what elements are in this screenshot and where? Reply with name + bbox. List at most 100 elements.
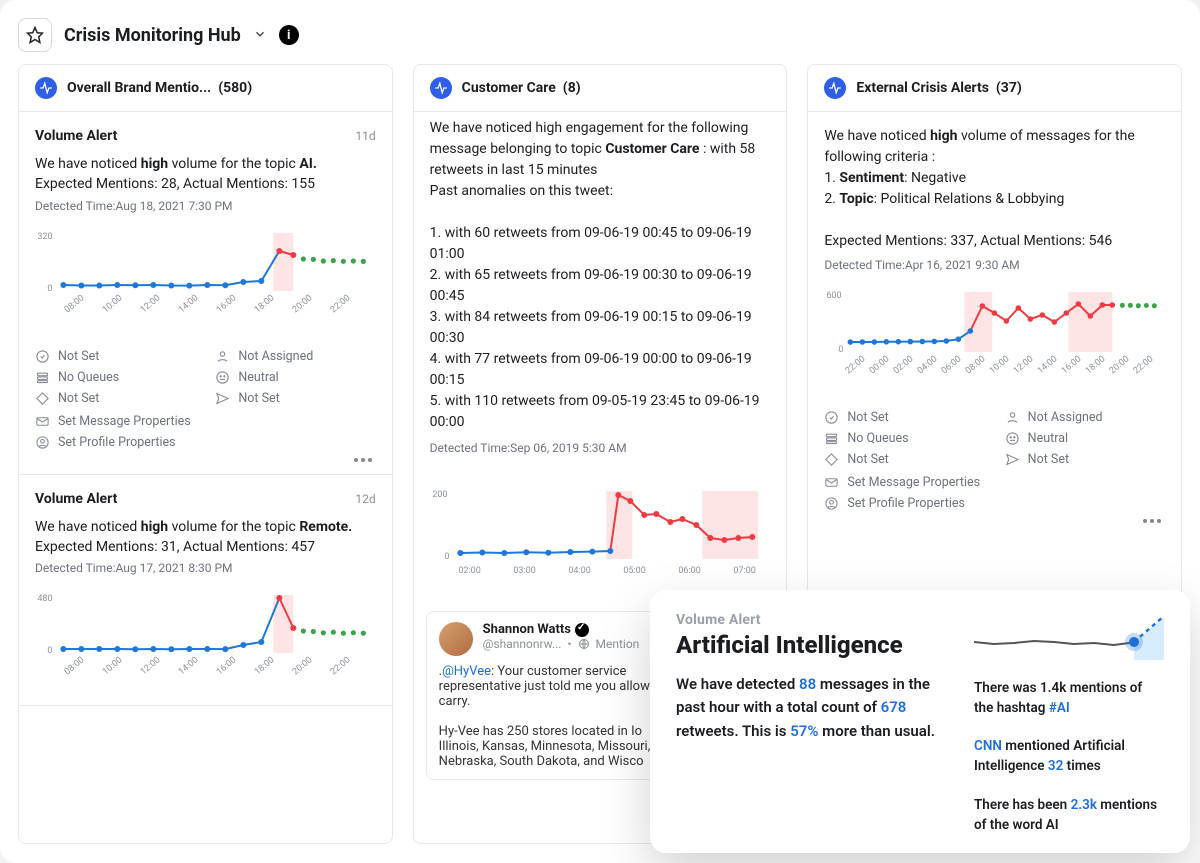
card-more-button[interactable] xyxy=(824,511,1165,527)
globe-icon xyxy=(578,638,590,650)
sentiment-icon xyxy=(1005,431,1020,446)
svg-text:12:00: 12:00 xyxy=(139,293,163,315)
meta-sentiment[interactable]: Neutral xyxy=(1005,431,1165,446)
verified-icon xyxy=(575,623,589,637)
meta-queues[interactable]: No Queues xyxy=(35,370,195,385)
tweet-mention-link[interactable]: @HyVee xyxy=(442,664,491,679)
card-more-button[interactable] xyxy=(35,450,376,466)
svg-text:12:00: 12:00 xyxy=(139,655,163,677)
mail-icon xyxy=(824,475,839,490)
svg-text:06:00: 06:00 xyxy=(678,566,700,576)
svg-text:16:00: 16:00 xyxy=(215,293,239,315)
svg-text:18:00: 18:00 xyxy=(1084,354,1108,376)
svg-text:320: 320 xyxy=(37,232,52,242)
page-root: { "header": { "title": "Crisis Monitorin… xyxy=(0,0,1200,863)
svg-text:10:00: 10:00 xyxy=(988,354,1012,376)
meta-priority[interactable]: Not Set xyxy=(35,391,195,406)
queues-icon xyxy=(35,370,50,385)
page-title: Crisis Monitoring Hub xyxy=(64,25,241,46)
column-count: (580) xyxy=(218,80,252,96)
profile-icon xyxy=(35,435,50,450)
svg-text:08:00: 08:00 xyxy=(63,655,87,677)
svg-text:08:00: 08:00 xyxy=(63,293,87,315)
popup-title: Artificial Intelligence xyxy=(676,632,946,660)
svg-text:20:00: 20:00 xyxy=(1108,354,1132,376)
chart-external-crisis: 600 0 22:00 00:00 02:00 04:00 06:00 xyxy=(808,282,1181,396)
column-header[interactable]: Customer Care (8) xyxy=(414,65,787,112)
popup-fact: There was 1.4k mentions of the hashtag #… xyxy=(974,678,1164,719)
user-icon xyxy=(1005,410,1020,425)
svg-text:480: 480 xyxy=(37,594,52,604)
send-icon xyxy=(1005,452,1020,467)
top-bar: Crisis Monitoring Hub i xyxy=(18,10,1182,64)
card-age: 11d xyxy=(355,129,375,143)
status-icon xyxy=(35,349,50,364)
alert-body-text: We have noticed high engagement for the … xyxy=(414,112,787,473)
meta-queues[interactable]: No Queues xyxy=(824,431,984,446)
info-button[interactable]: i xyxy=(279,25,299,45)
set-message-properties[interactable]: Set Message Properties xyxy=(824,475,1165,490)
tag-icon xyxy=(35,391,50,406)
meta-sentiment[interactable]: Neutral xyxy=(215,370,375,385)
meta-status[interactable]: Not Set xyxy=(824,410,984,425)
column-title-text: Customer Care xyxy=(462,80,556,96)
column-title-text: Overall Brand Mentio... xyxy=(67,80,211,96)
card-age: 12d xyxy=(355,492,375,506)
popup-sparkline xyxy=(974,612,1164,660)
popup-kicker: Volume Alert xyxy=(676,612,946,628)
set-message-properties[interactable]: Set Message Properties xyxy=(35,414,376,429)
meta-status[interactable]: Not Set xyxy=(35,349,195,364)
meta-priority[interactable]: Not Set xyxy=(824,452,984,467)
svg-text:08:00: 08:00 xyxy=(964,354,988,376)
meta-send[interactable]: Not Set xyxy=(1005,452,1165,467)
meta-send[interactable]: Not Set xyxy=(215,391,375,406)
favorite-button[interactable] xyxy=(18,18,52,52)
user-icon xyxy=(215,349,230,364)
svg-text:0: 0 xyxy=(839,345,844,355)
pulse-icon xyxy=(430,77,452,99)
profile-icon xyxy=(824,496,839,511)
card-message: We have noticed high volume for the topi… xyxy=(35,517,376,537)
avatar xyxy=(439,622,473,656)
column-header[interactable]: External Crisis Alerts (37) xyxy=(808,65,1181,112)
chart-volume-remote: 480 0 08:00 10:00 12:00 14:00 16:00 xyxy=(31,583,380,697)
svg-text:04:00: 04:00 xyxy=(568,566,590,576)
queues-icon xyxy=(824,431,839,446)
card-title: Volume Alert xyxy=(35,128,117,144)
popup-message: We have detected 88 messages in the past… xyxy=(676,673,946,743)
chevron-down-icon xyxy=(253,27,267,41)
svg-text:05:00: 05:00 xyxy=(623,566,645,576)
svg-text:22:00: 22:00 xyxy=(1132,354,1156,376)
svg-text:0: 0 xyxy=(47,646,52,656)
sentiment-icon xyxy=(215,370,230,385)
mail-icon xyxy=(35,414,50,429)
column-title: Overall Brand Mentio... (580) xyxy=(67,80,252,96)
svg-text:200: 200 xyxy=(432,490,447,500)
svg-text:07:00: 07:00 xyxy=(733,566,755,576)
svg-text:22:00: 22:00 xyxy=(329,655,353,677)
pulse-icon xyxy=(824,77,846,99)
svg-text:0: 0 xyxy=(47,284,52,294)
svg-text:04:00: 04:00 xyxy=(916,354,940,376)
detected-time: Detected Time:Sep 06, 2019 5:30 AM xyxy=(430,439,627,457)
alert-card[interactable]: Volume Alert 12d We have noticed high vo… xyxy=(19,475,392,707)
column-count: (8) xyxy=(563,80,581,96)
svg-text:20:00: 20:00 xyxy=(291,655,315,677)
alert-card[interactable]: Volume Alert 11d We have noticed high vo… xyxy=(19,112,392,475)
svg-text:0: 0 xyxy=(444,552,449,562)
volume-alert-popup[interactable]: Volume Alert Artificial Intelligence We … xyxy=(650,590,1190,854)
card-mentions-line: Expected Mentions: 28, Actual Mentions: … xyxy=(35,174,376,194)
svg-text:14:00: 14:00 xyxy=(177,655,201,677)
column-overall-brand-mentions: Overall Brand Mentio... (580) Volume Ale… xyxy=(18,64,393,844)
card-meta-grid: Not Set Not Assigned No Queues Neutral N… xyxy=(824,410,1165,467)
chart-volume-ai: 320 0 08:00 10:00 12:00 14:00 16:00 xyxy=(31,221,380,335)
column-header[interactable]: Overall Brand Mentio... (580) xyxy=(19,65,392,112)
svg-text:10:00: 10:00 xyxy=(101,293,125,315)
title-dropdown[interactable] xyxy=(253,26,267,45)
set-profile-properties[interactable]: Set Profile Properties xyxy=(35,435,376,450)
svg-text:10:00: 10:00 xyxy=(101,655,125,677)
meta-assignee[interactable]: Not Assigned xyxy=(215,349,375,364)
meta-assignee[interactable]: Not Assigned xyxy=(1005,410,1165,425)
set-profile-properties[interactable]: Set Profile Properties xyxy=(824,496,1165,511)
card-mentions-line: Expected Mentions: 337, Actual Mentions:… xyxy=(824,233,1112,249)
